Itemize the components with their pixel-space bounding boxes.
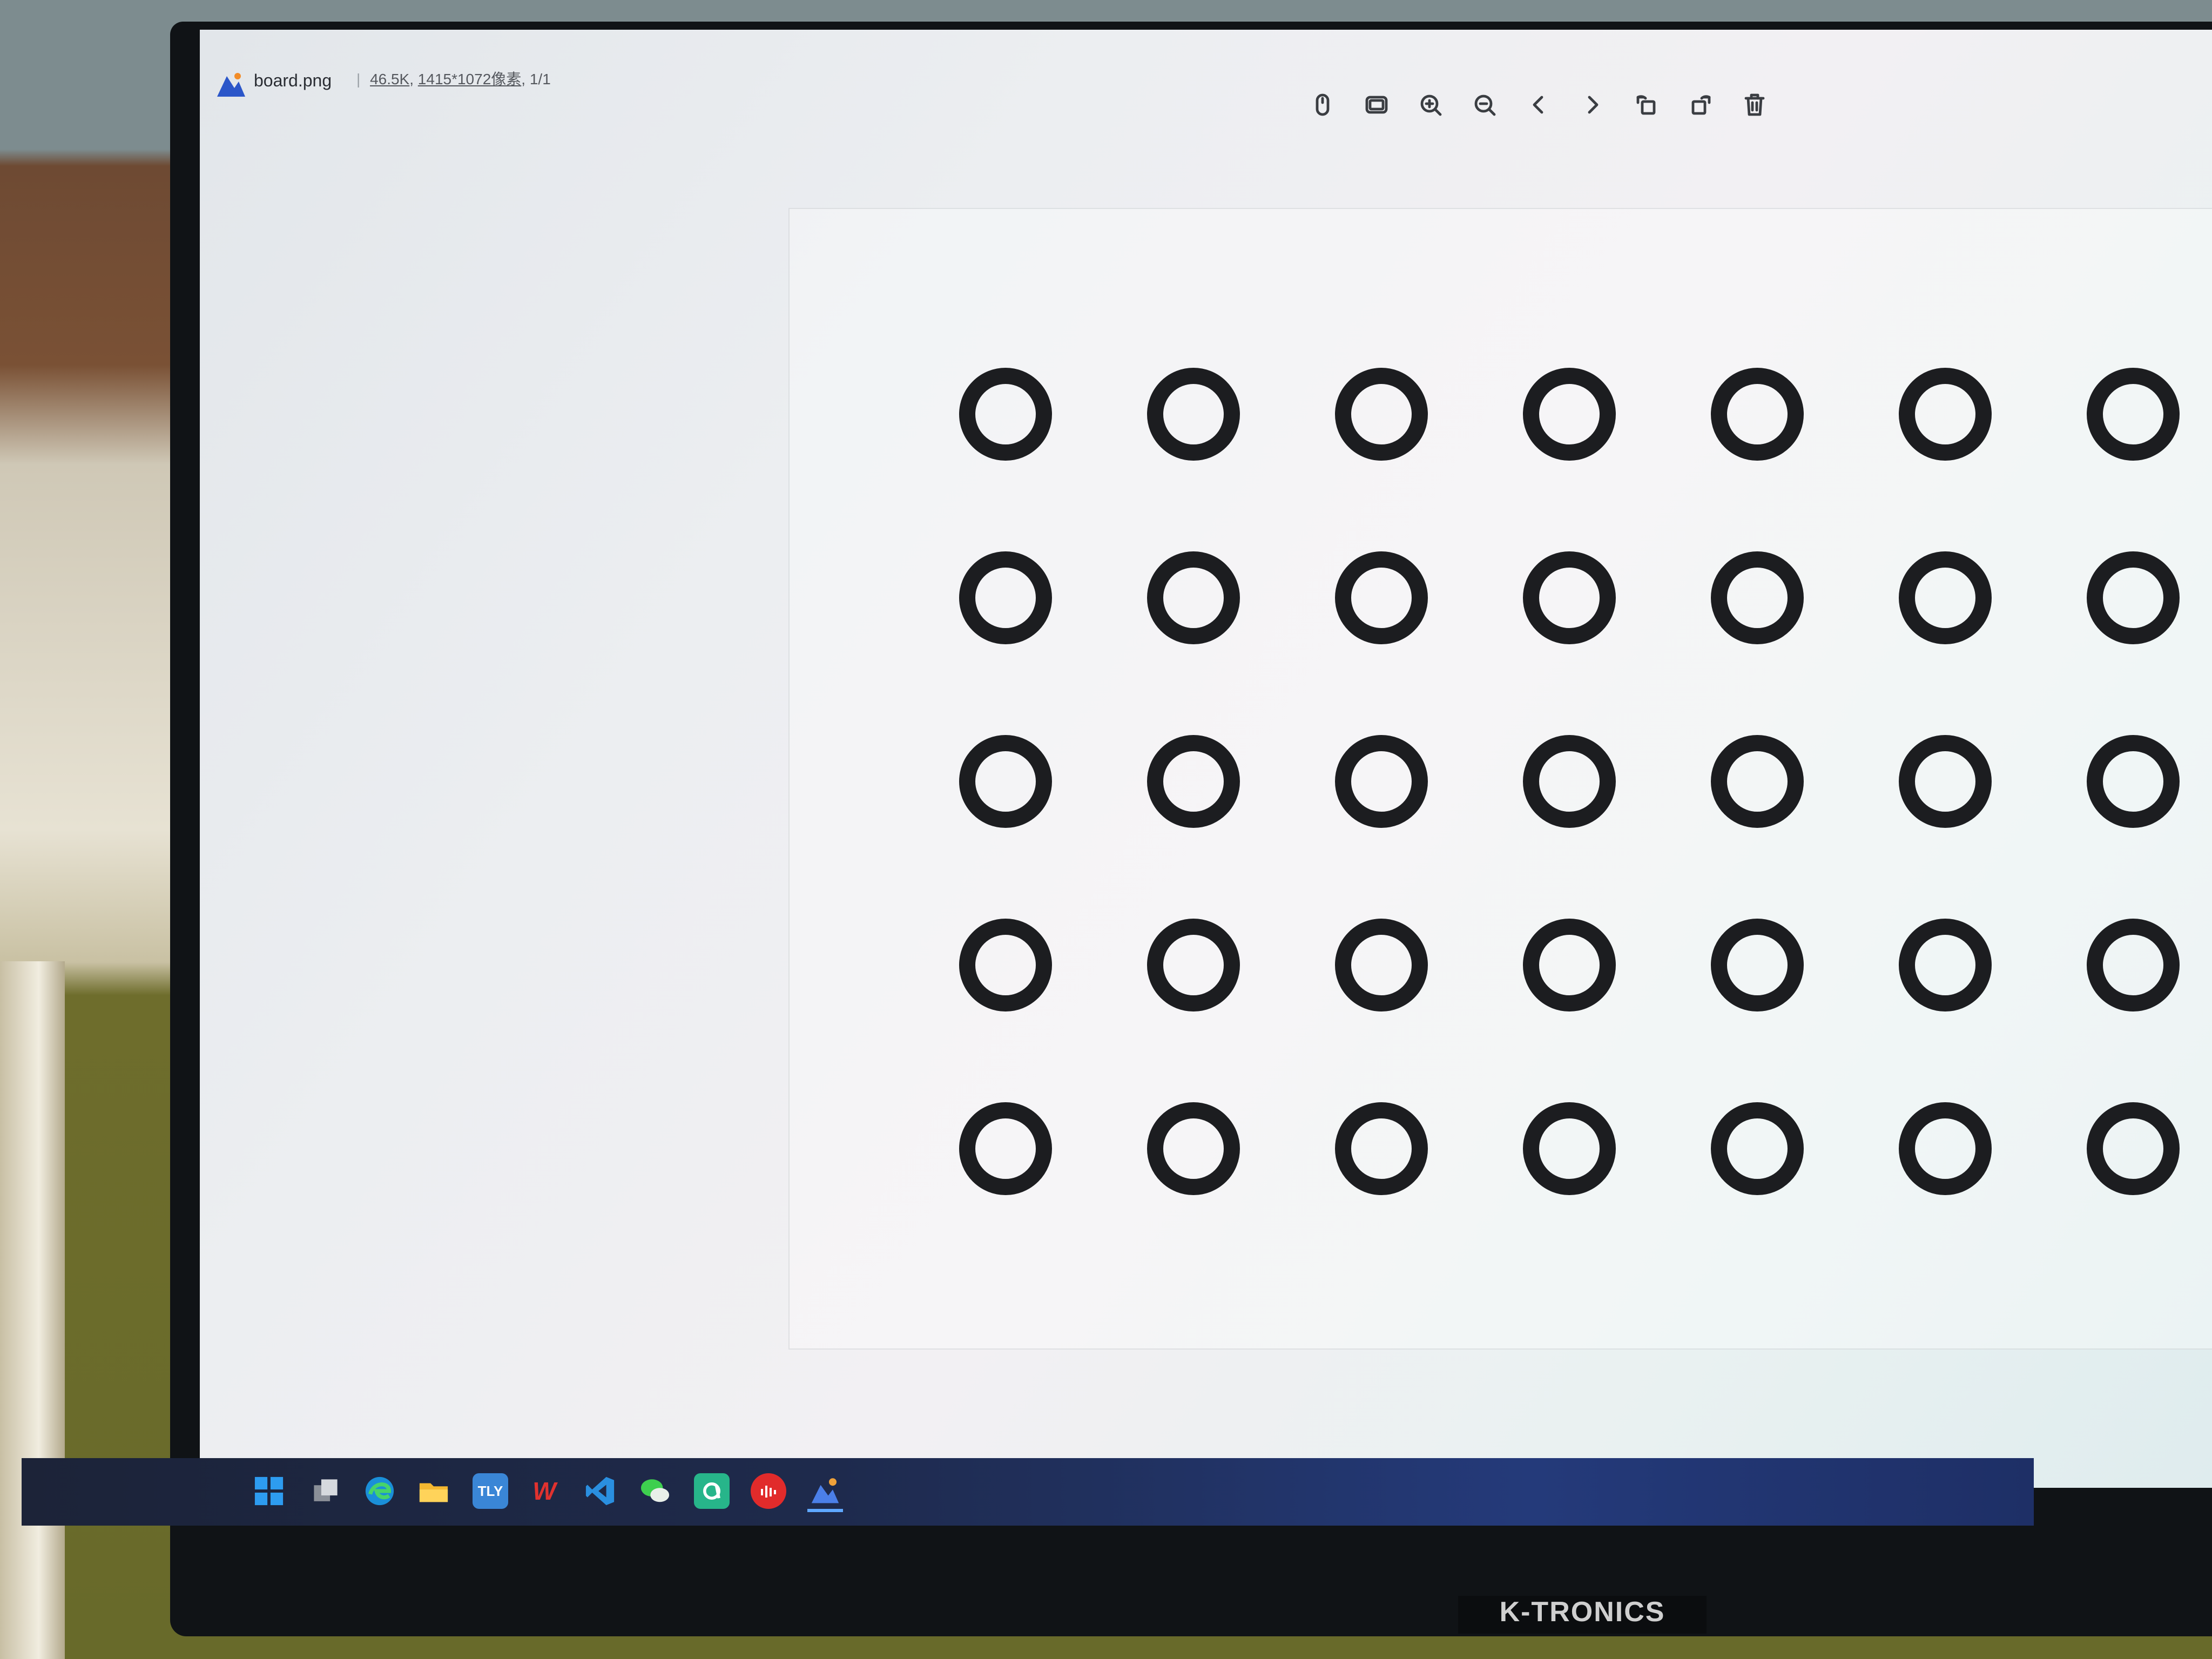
task-view-icon [314,1479,338,1501]
zoom-out-icon [1474,95,1496,116]
board-ring [2087,735,2180,828]
board-ring [1523,919,1616,1011]
board-ring [1711,551,1804,644]
board-ring [1335,919,1428,1011]
fit-screen-button[interactable] [1361,89,1392,120]
board-ring [1899,1102,1992,1195]
zoom-in-button[interactable] [1415,89,1446,120]
board-ring [2087,551,2180,644]
board-ring [1899,919,1992,1011]
file-explorer-icon [419,1483,448,1502]
rotate-right-button[interactable] [1685,89,1716,120]
tly-app-button[interactable]: TLY [473,1473,508,1509]
rotate-left-button[interactable] [1631,89,1662,120]
board-ring [1523,735,1616,828]
wechat-button[interactable] [637,1473,673,1509]
board-ring [2087,1102,2180,1195]
board-ring [959,368,1052,461]
board-ring [1335,551,1428,644]
fit-screen-icon [1365,96,1388,114]
red-audio-app-button[interactable] [751,1473,786,1509]
viewer-toolbar [1307,89,1770,120]
image-viewer-icon [811,1478,839,1503]
tly-app-icon: TLY [477,1482,503,1499]
screen: board.png | 46.5K, 1415*1072像素, 1/1 [200,30,2212,1488]
board-ring [1523,368,1616,461]
divider: | [356,71,361,87]
board-ring [1147,551,1240,644]
rotate-left-icon [1636,95,1656,115]
image-dimensions[interactable]: 1415*1072像素 [418,71,521,87]
mouse-icon [1316,93,1330,116]
board-ring [1147,1102,1240,1195]
board-ring [1899,735,1992,828]
delete-icon [1744,93,1765,116]
board-ring [959,735,1052,828]
image-canvas[interactable] [788,208,2212,1350]
file-explorer-button[interactable] [416,1473,451,1509]
board-ring [1711,735,1804,828]
board-ring [2087,368,2180,461]
image-viewer-taskbar-button[interactable] [807,1473,843,1512]
green-app-icon [703,1482,720,1500]
next-icon [1588,96,1599,114]
board-ring [1335,735,1428,828]
board-ring [1899,551,1992,644]
task-view-button[interactable] [308,1473,343,1509]
board-ring [2087,919,2180,1011]
board-ring [1147,735,1240,828]
rotate-right-icon [1691,95,1711,115]
background-object [0,961,65,1659]
board-ring [1711,919,1804,1011]
red-audio-app-icon [761,1486,776,1498]
next-button[interactable] [1577,89,1608,120]
wps-button[interactable]: W [527,1473,562,1509]
board-ring [1335,368,1428,461]
delete-button[interactable] [1739,89,1770,120]
board-ring [1899,368,1992,461]
edge-browser-icon [365,1476,394,1506]
board-ring [1711,368,1804,461]
board-ring [1523,551,1616,644]
mouse-mode-button[interactable] [1307,89,1338,120]
wechat-icon [640,1479,670,1502]
board-ring [1335,1102,1428,1195]
board-ring [1711,1102,1804,1195]
image-viewer-logo-icon [217,73,245,97]
board-ring [959,919,1052,1011]
edge-button[interactable] [362,1473,397,1509]
monitor-brand-logo: K-TRONICS [1458,1596,1707,1634]
viewer-titlebar: board.png | 46.5K, 1415*1072像素, 1/1 [200,30,2212,159]
file-meta: | 46.5K, 1415*1072像素, 1/1 [356,71,551,87]
wps-office-icon: W [532,1477,556,1505]
board-ring [1523,1102,1616,1195]
windows-start-icon [254,1476,284,1506]
board-ring [959,1102,1052,1195]
page-counter: 1/1 [529,71,551,87]
board-ring [1147,368,1240,461]
vscode-icon [585,1476,615,1506]
previous-icon [1533,96,1543,114]
zoom-in-icon [1420,95,1442,116]
file-name: board.png [254,71,332,90]
start-button[interactable] [251,1473,287,1509]
board-ring [959,551,1052,644]
previous-button[interactable] [1523,89,1554,120]
vscode-button[interactable] [582,1473,618,1509]
green-app-button[interactable] [694,1473,730,1509]
zoom-out-button[interactable] [1469,89,1500,120]
board-ring [1147,919,1240,1011]
file-size[interactable]: 46.5K [370,71,409,87]
